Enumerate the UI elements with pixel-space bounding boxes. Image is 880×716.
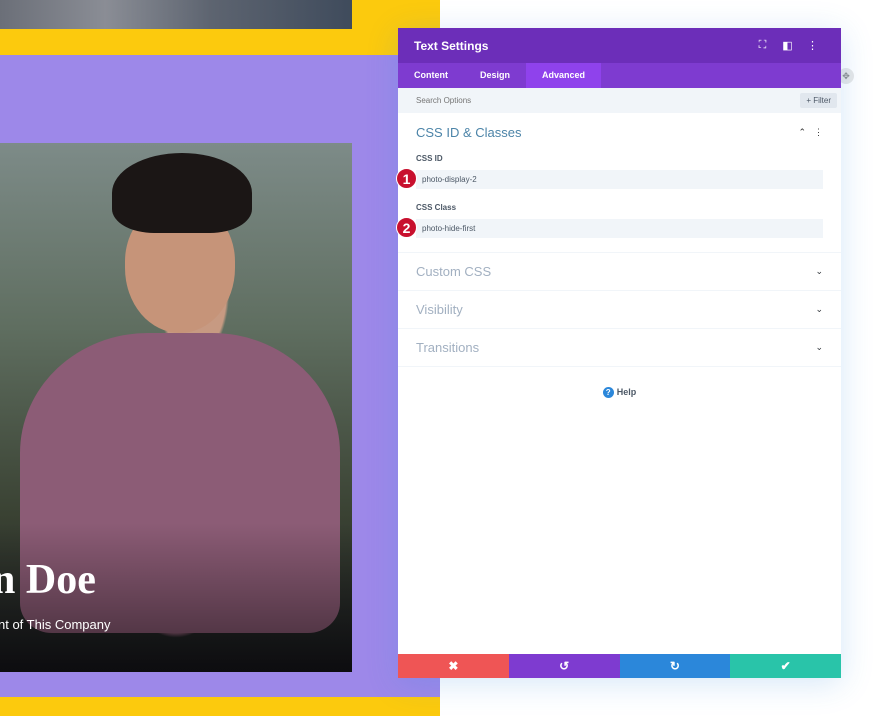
more-options-icon[interactable]: ⋮	[800, 39, 825, 52]
settings-panel: Text Settings ⛶ ◧ ⋮ Content Design Advan…	[396, 28, 841, 678]
section-visibility[interactable]: Visibility ⌄	[398, 291, 841, 329]
photo-hair	[112, 153, 252, 233]
tab-design[interactable]: Design	[464, 63, 526, 88]
css-class-label: CSS Class	[416, 203, 457, 212]
help-icon: ?	[602, 387, 614, 398]
search-bar: + Filter	[398, 88, 841, 113]
help-label: Help	[616, 387, 637, 397]
save-button[interactable]: ✔	[730, 654, 841, 678]
redo-button[interactable]: ↻	[619, 654, 731, 678]
section-title: Transitions	[416, 340, 480, 355]
tab-advanced[interactable]: Advanced	[526, 63, 602, 88]
css-class-input[interactable]	[416, 219, 823, 238]
tab-content[interactable]: Content	[398, 63, 464, 88]
cancel-button[interactable]: ✖	[398, 654, 509, 678]
search-options-input[interactable]	[416, 96, 801, 105]
css-id-input[interactable]	[416, 170, 823, 189]
section-title: Visibility	[416, 302, 463, 317]
top-photo	[0, 0, 352, 29]
panel-footer: ✖ ↺ ↻ ✔	[398, 654, 841, 678]
chevron-up-icon[interactable]: ⌃	[798, 127, 806, 138]
section-title: Custom CSS	[416, 264, 492, 279]
split-view-icon[interactable]: ◧	[775, 39, 800, 52]
step-badge-2: 2	[396, 217, 417, 238]
yellow-band-bottom	[0, 697, 440, 716]
filter-button[interactable]: + Filter	[800, 93, 837, 108]
css-id-label: CSS ID	[416, 154, 443, 163]
tab-bar: Content Design Advanced	[398, 63, 841, 88]
section-css-id-classes: CSS ID & Classes ⌃ ⋮ CSS ID 1 CSS Class …	[396, 113, 841, 253]
person-title: nt of This Company	[0, 617, 111, 632]
section-transitions[interactable]: Transitions ⌄	[398, 329, 841, 367]
page-background: n Doe nt of This Company	[0, 0, 440, 716]
panel-header: Text Settings ⛶ ◧ ⋮	[398, 28, 841, 63]
step-badge-1: 1	[396, 168, 417, 189]
panel-title: Text Settings	[414, 38, 489, 53]
chevron-down-icon[interactable]: ⌄	[815, 266, 823, 277]
chevron-down-icon[interactable]: ⌄	[815, 342, 823, 353]
section-custom-css[interactable]: Custom CSS ⌄	[398, 253, 841, 291]
chevron-down-icon[interactable]: ⌄	[815, 304, 823, 315]
section-title: CSS ID & Classes	[416, 125, 522, 140]
person-name: n Doe	[0, 557, 96, 603]
fullscreen-icon[interactable]: ⛶	[750, 39, 775, 52]
help-link[interactable]: ? Help	[398, 387, 841, 398]
section-header[interactable]: CSS ID & Classes ⌃ ⋮	[416, 125, 823, 140]
undo-button[interactable]: ↺	[508, 654, 620, 678]
section-more-icon[interactable]: ⋮	[814, 127, 823, 138]
